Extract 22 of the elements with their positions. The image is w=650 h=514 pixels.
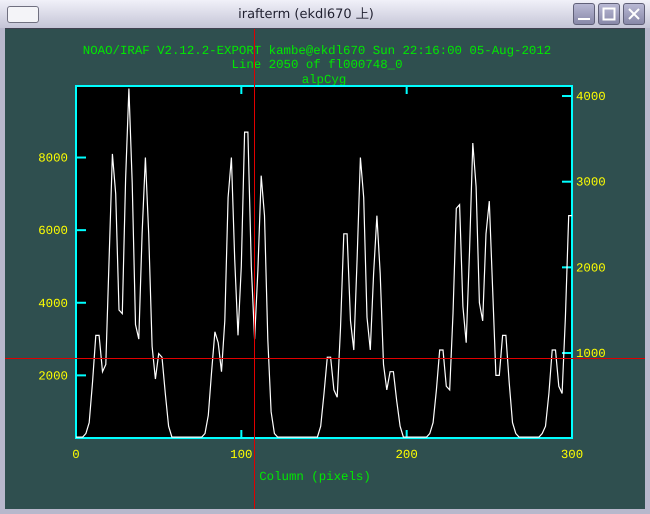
chart-title: alpCyg [302, 73, 346, 87]
tick-label: 6000 [38, 224, 68, 238]
tick-label: 3000 [576, 176, 606, 190]
close-button[interactable] [623, 3, 645, 25]
tick-label: 2000 [576, 261, 606, 276]
minimize-icon [578, 18, 590, 20]
tick-label: 1000 [576, 347, 606, 362]
tick-label: 4000 [38, 296, 68, 311]
tick-label: 100 [230, 448, 252, 462]
axis-title: Column (pixels) [259, 470, 371, 484]
tick-label: 8000 [38, 152, 68, 166]
tick-label: 0 [72, 448, 80, 462]
tick-label: 300 [560, 448, 584, 462]
tick-label: 2000 [38, 369, 68, 384]
minimize-button[interactable] [573, 3, 595, 25]
tick-label: 4000 [576, 90, 606, 104]
window-title: irafterm (ekdl670 上) [237, 6, 375, 23]
close-icon [627, 7, 641, 21]
tick-label: 200 [396, 448, 418, 462]
maximize-button[interactable] [598, 3, 620, 25]
maximize-icon [602, 7, 616, 21]
window-menu-button[interactable] [7, 6, 39, 22]
